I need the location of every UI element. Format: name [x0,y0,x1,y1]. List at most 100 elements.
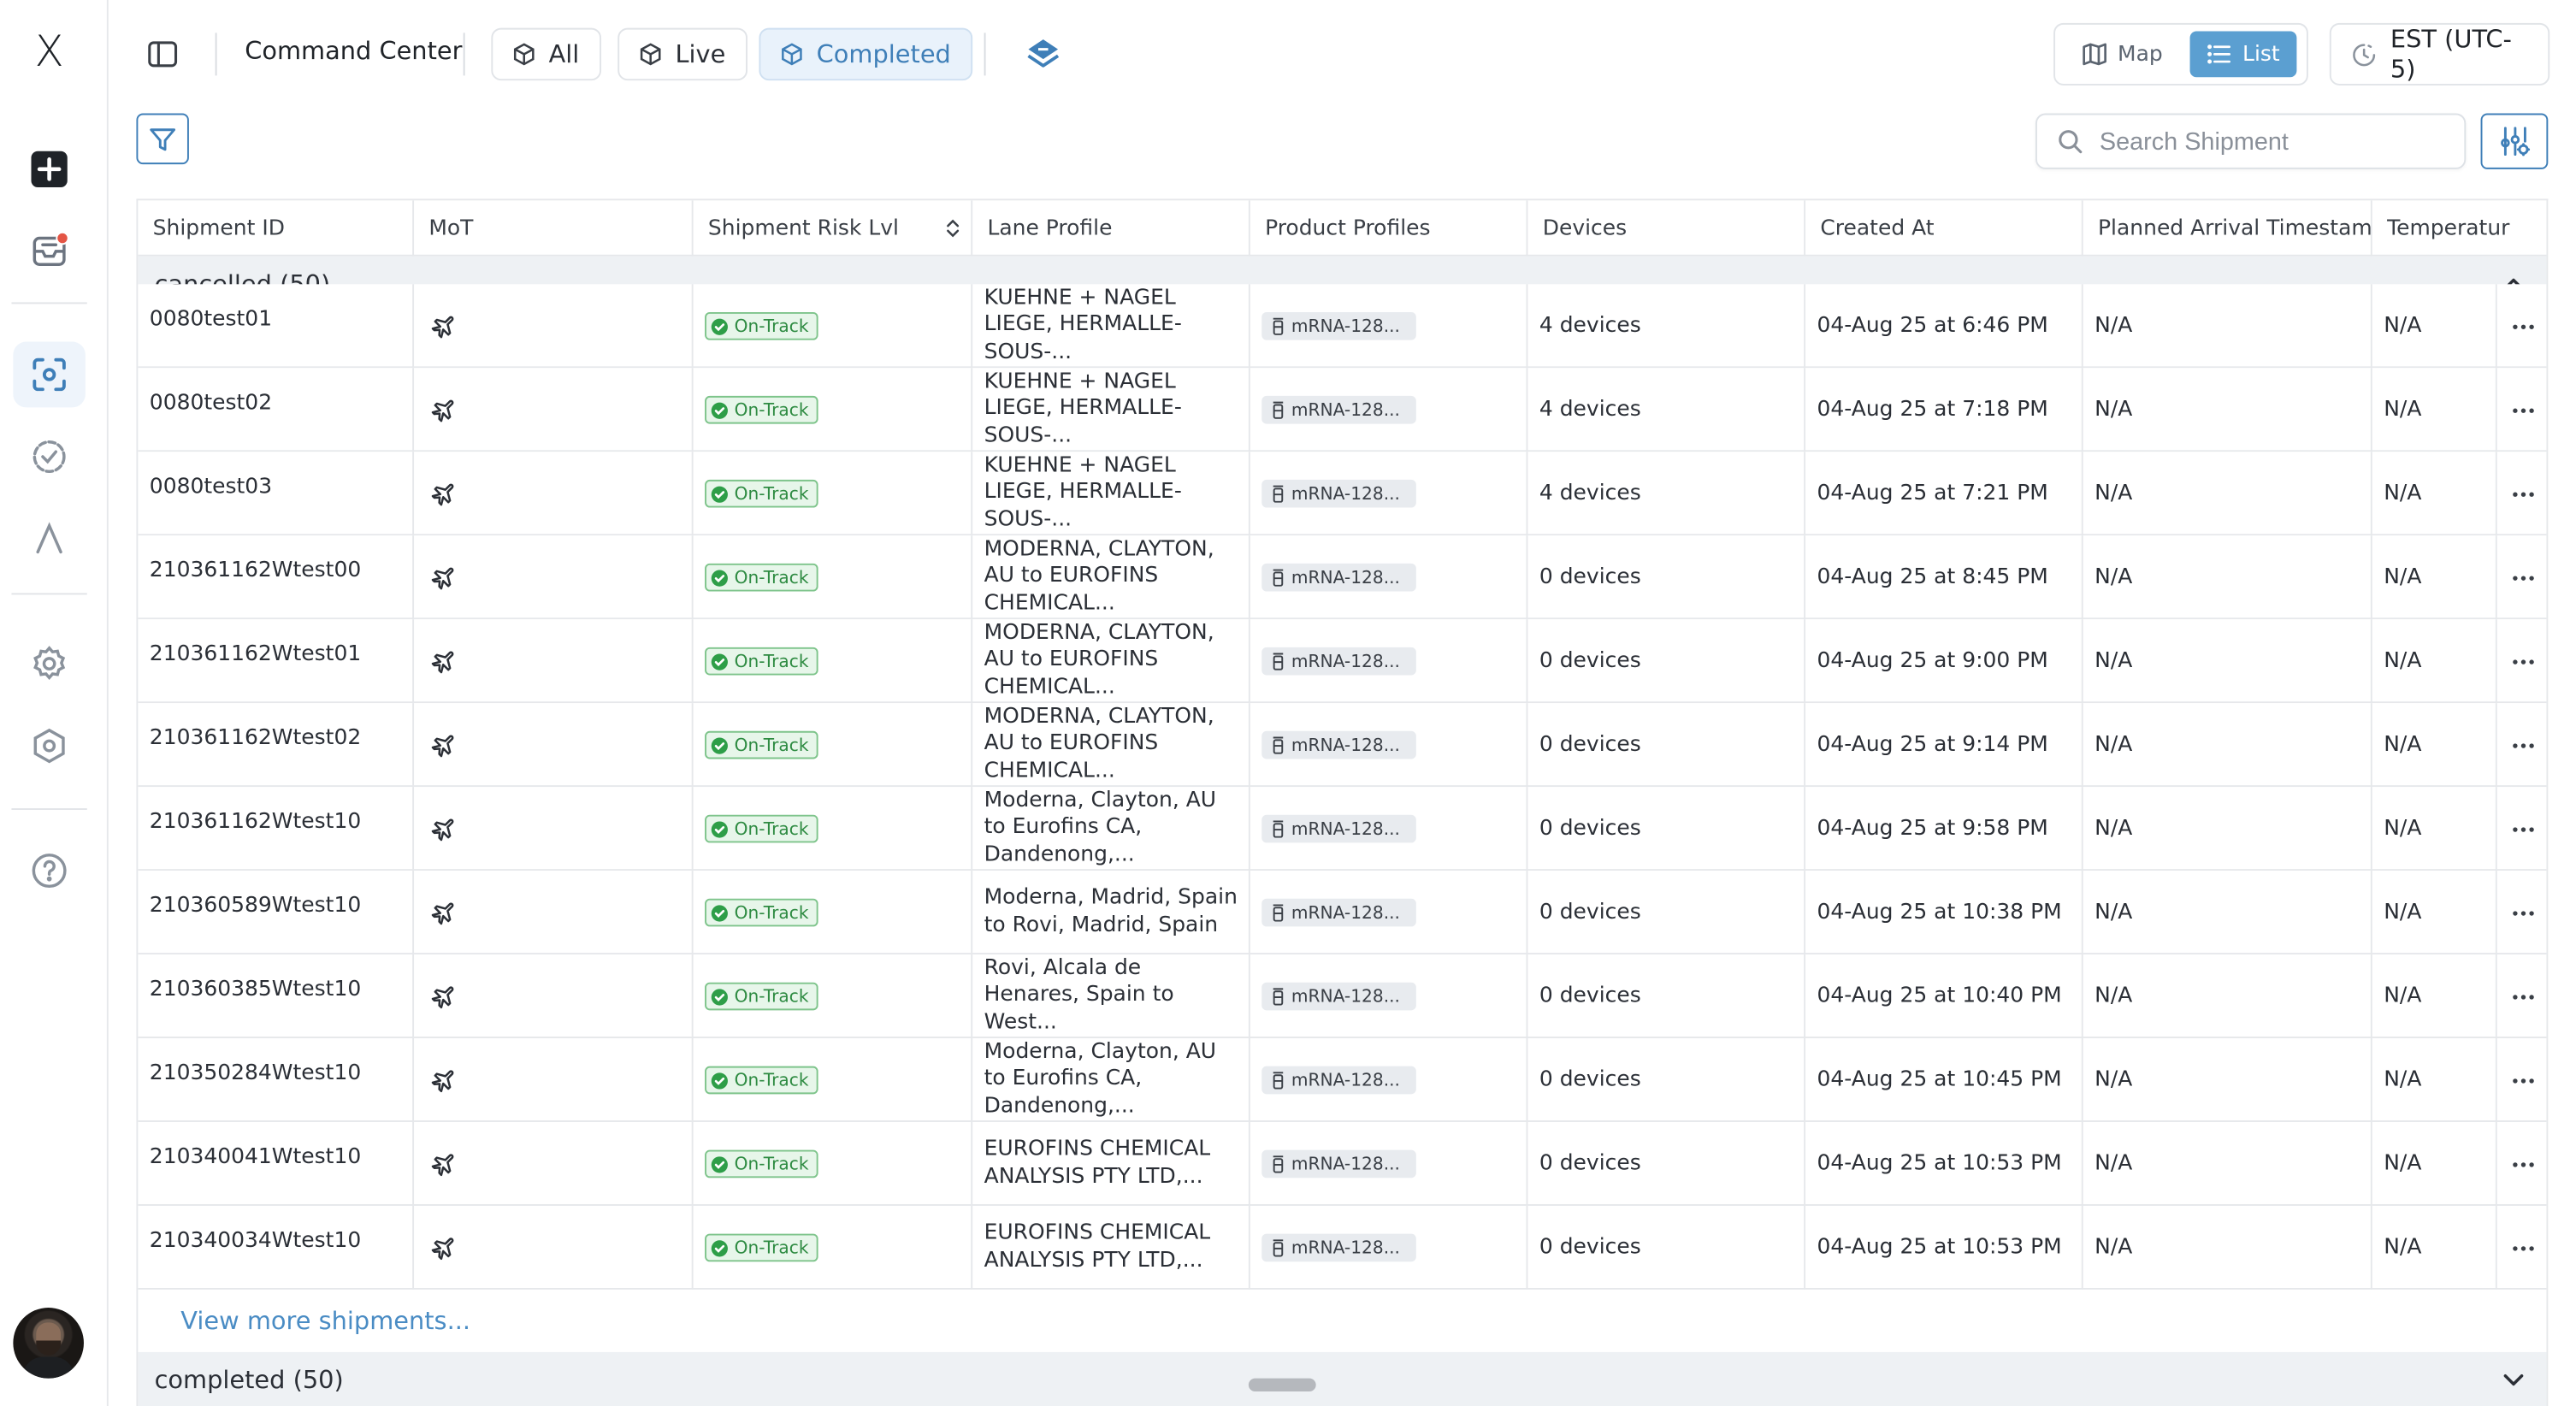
product-chip[interactable]: mRNA-128... [1261,395,1417,424]
planned-arrival: N/A [2094,732,2133,758]
column-header-devices[interactable]: Devices [1527,200,1806,257]
app-logo[interactable]: X [13,20,86,86]
product-chip[interactable]: mRNA-128... [1261,730,1417,759]
analytics-nav[interactable] [13,506,86,572]
product-chip[interactable]: mRNA-128... [1261,647,1417,676]
shipment-id-cell[interactable]: 0080test03 [138,452,415,536]
column-header-lane-profile[interactable]: Lane Profile [972,200,1250,257]
product-profile-cell: mRNA-128... [1250,1121,1528,1206]
hexagon-settings-icon [33,728,65,764]
create-shipment-button[interactable] [13,136,86,202]
row-actions-button[interactable] [2497,1206,2547,1290]
shipment-id-cell[interactable]: 210361162Wtest00 [138,535,415,620]
temperature: N/A [2384,1067,2422,1093]
product-label: mRNA-128... [1291,818,1400,839]
column-header-planned-arrival[interactable]: Planned Arrival Timestamp [2083,200,2372,257]
map-view-button[interactable]: Map [2065,31,2179,77]
help-nav[interactable] [13,838,86,904]
product-chip[interactable]: mRNA-128... [1261,814,1417,843]
shipment-id-cell[interactable]: 210350284Wtest10 [138,1038,415,1122]
row-actions-button[interactable] [2497,535,2547,619]
shipment-id-cell[interactable]: 210340034Wtest10 [138,1205,415,1290]
product-chip[interactable]: mRNA-128... [1261,311,1417,340]
column-header-created-at[interactable]: Created At [1805,200,2083,257]
planned-arrival: N/A [2094,900,2133,925]
table-row[interactable]: 0080test02 On-Track KUEHNE + NAGEL LIEGE, … [138,368,2547,452]
table-row[interactable]: 210350284Wtest10 On-Track Moderna, Clayton… [138,1038,2547,1122]
planned-arrival-cell: N/A [2083,1205,2372,1290]
shipment-id-cell[interactable]: 0080test01 [138,284,415,369]
tasks-nav[interactable] [13,424,86,490]
timezone-selector[interactable]: EST (UTC-5) [2329,22,2550,86]
product-chip[interactable]: mRNA-128... [1261,1066,1417,1095]
product-chip[interactable]: mRNA-128... [1261,898,1417,927]
row-actions-button[interactable] [2497,787,2547,871]
devices-count: 0 devices [1539,648,1641,674]
vial-icon [1273,401,1284,419]
row-actions-button[interactable] [2497,368,2547,452]
shipment-id-cell[interactable]: 210361162Wtest01 [138,619,415,704]
mot-cell [414,954,694,1039]
tab-completed[interactable]: Completed [759,27,972,81]
table-row[interactable]: 210340041Wtest10 On-Track EUROFINS CHEMICA… [138,1121,2547,1206]
row-actions-button[interactable] [2497,619,2547,703]
row-actions-button[interactable] [2497,1122,2547,1206]
created-at: 04-Aug 25 at 10:38 PM [1817,900,2062,925]
column-header-risk[interactable]: Shipment Risk Lvl [694,200,973,257]
product-chip[interactable]: mRNA-128... [1261,1149,1417,1179]
tab-all[interactable]: All [491,27,601,81]
table-row[interactable]: 210361162Wtest02 On-Track MODERNA, CLAYTON… [138,703,2547,788]
filter-button[interactable] [136,113,189,165]
layers-button[interactable] [1022,32,1065,75]
group-header-completed[interactable]: completed (50) [138,1351,2547,1406]
table-row[interactable]: 0080test03 On-Track KUEHNE + NAGEL LIEGE, … [138,452,2547,536]
shipment-id-cell[interactable]: 210361162Wtest10 [138,787,415,871]
row-actions-button[interactable] [2497,1038,2547,1122]
avatar[interactable] [13,1308,84,1379]
shipment-id-cell[interactable]: 0080test02 [138,368,415,452]
shipment-id: 210360589Wtest10 [149,893,362,919]
horizontal-scrollbar[interactable] [1248,1378,1316,1392]
product-chip[interactable]: mRNA-128... [1261,1233,1417,1262]
risk-cell: On-Track [694,368,973,452]
row-actions-button[interactable] [2497,871,2547,954]
shipment-id-cell[interactable]: 210360385Wtest10 [138,954,415,1039]
table-row[interactable]: 210340034Wtest10 On-Track EUROFINS CHEMICA… [138,1205,2547,1290]
created-at-cell: 04-Aug 25 at 10:38 PM [1805,871,2083,955]
temperature-cell: N/A [2372,787,2497,871]
inbox-button[interactable] [13,217,86,283]
list-view-button[interactable]: List [2189,31,2296,78]
shipment-id: 0080test02 [149,391,273,416]
table-row[interactable]: 0080test01 On-Track KUEHNE + NAGEL LIEGE, … [138,284,2547,369]
admin-nav[interactable] [13,713,86,779]
settings-nav[interactable] [13,631,86,697]
tab-live[interactable]: Live [617,27,747,81]
row-actions-button[interactable] [2497,954,2547,1038]
table-row[interactable]: 210361162Wtest00 On-Track MODERNA, CLAYTON… [138,535,2547,620]
product-chip[interactable]: mRNA-128... [1261,982,1417,1011]
table-row[interactable]: 210360385Wtest10 On-Track Rovi, Alcala de … [138,954,2547,1039]
command-center-nav[interactable] [13,341,86,408]
shipment-id-cell[interactable]: 210340041Wtest10 [138,1121,415,1206]
column-settings-button[interactable] [2480,113,2549,169]
column-header-temperature[interactable]: Temperatur [2372,200,2547,256]
risk-cell: On-Track [694,703,973,788]
search-input[interactable] [2099,127,2429,156]
shipment-id-cell[interactable]: 210361162Wtest02 [138,703,415,788]
table-row[interactable]: 210361162Wtest10 On-Track Moderna, Clayton… [138,787,2547,871]
column-header-shipment-id[interactable]: Shipment ID [138,200,415,257]
shipment-id-cell[interactable]: 210360589Wtest10 [138,871,415,955]
view-more-shipments-link[interactable]: View more shipments... [138,1289,2547,1352]
table-row[interactable]: 210360589Wtest10 On-Track Moderna, Madrid,… [138,871,2547,955]
product-chip[interactable]: mRNA-128... [1261,563,1417,592]
table-row[interactable]: 210361162Wtest01 On-Track MODERNA, CLAYTON… [138,619,2547,704]
sort-icon[interactable] [945,218,961,238]
row-actions-button[interactable] [2497,284,2547,368]
row-actions-button[interactable] [2497,703,2547,787]
column-header-mot[interactable]: MoT [414,200,694,257]
toolbar-divider [984,32,986,76]
toggle-sidebar-button[interactable] [141,32,184,75]
column-header-product-profiles[interactable]: Product Profiles [1250,200,1528,257]
product-chip[interactable]: mRNA-128... [1261,479,1417,508]
row-actions-button[interactable] [2497,452,2547,535]
